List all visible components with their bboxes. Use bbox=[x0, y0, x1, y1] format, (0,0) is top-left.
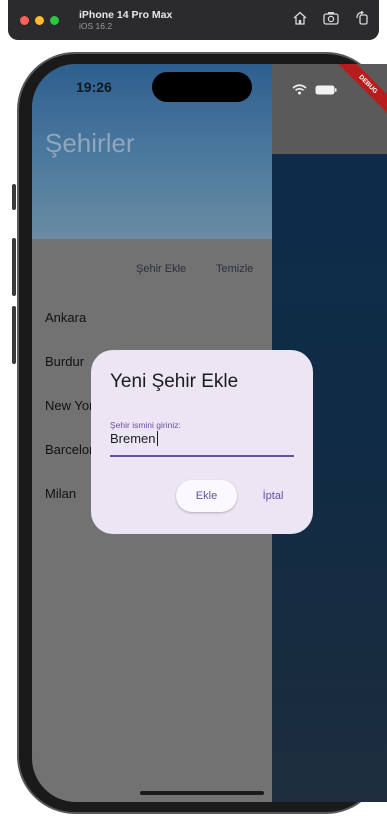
volume-down-button bbox=[12, 306, 16, 364]
status-time: 19:26 bbox=[76, 79, 112, 95]
simulator-title-bar: iPhone 14 Pro Max iOS 16.2 bbox=[8, 0, 379, 40]
wifi-icon bbox=[292, 82, 307, 100]
city-list-item[interactable]: Burdur bbox=[45, 354, 84, 369]
window-zoom-button[interactable] bbox=[50, 15, 59, 25]
add-city-dialog: Yeni Şehir Ekle Şehir ismini giriniz: Br… bbox=[91, 350, 313, 534]
rotate-icon[interactable] bbox=[355, 11, 369, 25]
window-close-button[interactable] bbox=[20, 15, 29, 25]
city-name-input-value: Bremen bbox=[110, 431, 156, 446]
confirm-add-button[interactable]: Ekle bbox=[176, 480, 237, 512]
battery-icon bbox=[315, 82, 337, 100]
city-list-item[interactable]: Milan bbox=[45, 486, 76, 501]
dialog-title: Yeni Şehir Ekle bbox=[110, 371, 239, 392]
dynamic-island bbox=[152, 72, 252, 102]
city-list-item[interactable]: Ankara bbox=[45, 310, 86, 325]
text-cursor bbox=[156, 431, 158, 446]
mute-switch bbox=[12, 184, 16, 210]
drawer-title: Şehirler bbox=[45, 128, 135, 158]
clear-button[interactable]: Temizle bbox=[216, 263, 253, 275]
home-icon[interactable] bbox=[293, 11, 307, 25]
simulator-device-name: iPhone 14 Pro Max bbox=[79, 8, 173, 21]
volume-up-button bbox=[12, 238, 16, 296]
city-name-input[interactable]: Bremen bbox=[110, 431, 294, 457]
city-name-field-label: Şehir ismini giriniz: bbox=[110, 420, 181, 430]
add-city-button[interactable]: Şehir Ekle bbox=[136, 263, 186, 275]
screenshot-icon[interactable] bbox=[323, 11, 339, 25]
simulator-os-version: iOS 16.2 bbox=[79, 20, 113, 31]
cancel-button[interactable]: İptal bbox=[250, 480, 296, 512]
window-minimize-button[interactable] bbox=[35, 15, 44, 25]
home-indicator[interactable] bbox=[140, 791, 264, 795]
